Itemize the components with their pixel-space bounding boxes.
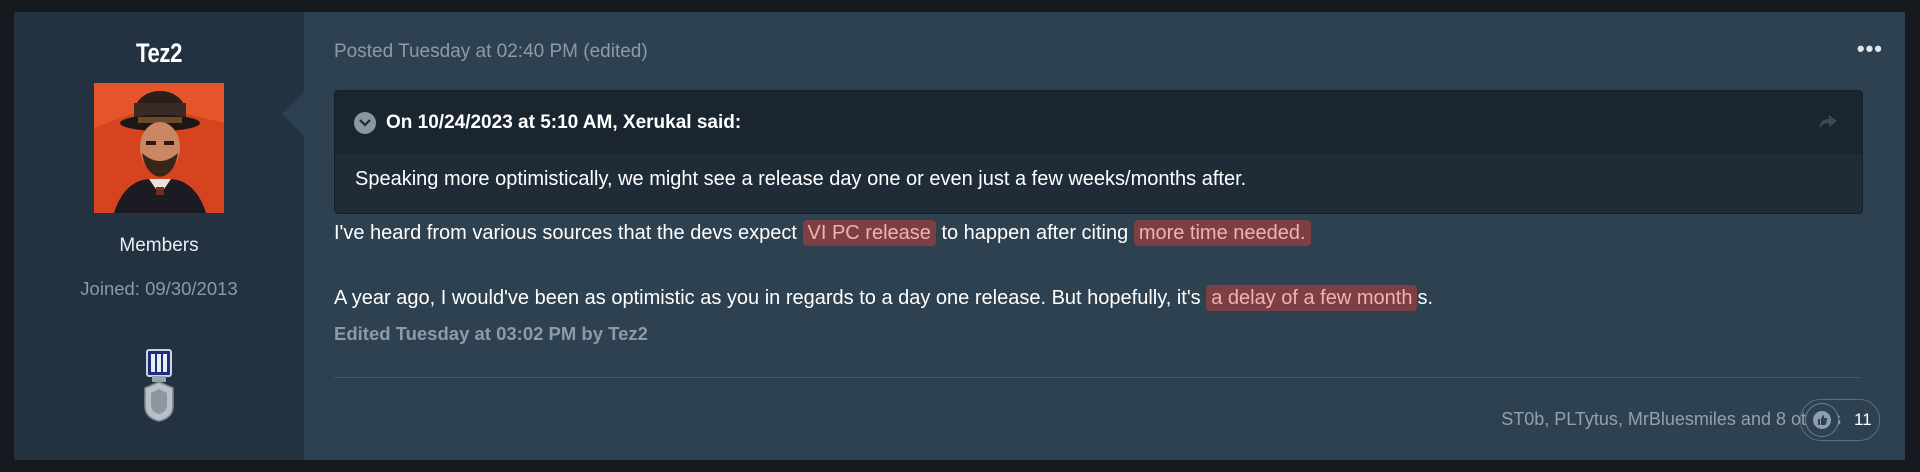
medal-icon — [142, 348, 176, 427]
paragraph-text: s. — [1417, 287, 1434, 309]
highlighted-text: VI PC release — [802, 220, 936, 246]
post-timestamp[interactable]: Posted Tuesday at 02:40 PM (edited) — [334, 41, 648, 63]
thumbs-up-icon — [1805, 403, 1839, 437]
post-content: Posted Tuesday at 02:40 PM (edited) ••• … — [304, 12, 1905, 460]
reaction-button[interactable]: 11 — [1800, 399, 1880, 441]
quote-citation: On 10/24/2023 at 5:10 AM, Xerukal said: — [386, 111, 742, 133]
post-paragraph-1: I've heard from various sources that the… — [334, 220, 1311, 246]
paragraph-text: I've heard from various sources that the… — [334, 222, 803, 244]
paragraph-text: A year ago, I would've been as optimisti… — [334, 287, 1207, 309]
post-pointer — [282, 92, 304, 136]
share-icon[interactable] — [1818, 114, 1838, 135]
highlighted-text: more time needed. — [1133, 220, 1311, 246]
forum-post: Tez2 Members Joined: 09/30/2013 Posted T… — [14, 12, 1905, 460]
quote-text: Speaking more optimistically, we might s… — [335, 154, 1862, 213]
divider — [334, 377, 1861, 378]
post-paragraph-2: A year ago, I would've been as optimisti… — [334, 285, 1434, 311]
quote-block: On 10/24/2023 at 5:10 AM, Xerukal said: … — [334, 90, 1863, 214]
edited-notice: Edited Tuesday at 03:02 PM by Tez2 — [334, 323, 648, 344]
quote-header[interactable]: On 10/24/2023 at 5:10 AM, Xerukal said: — [335, 91, 1862, 154]
chevron-down-icon[interactable] — [354, 111, 376, 134]
author-panel: Tez2 Members Joined: 09/30/2013 — [14, 12, 304, 460]
author-role: Members — [119, 235, 199, 256]
reactions-summary[interactable]: ST0b, PLTytus, MrBluesmiles and 8 others — [1501, 409, 1841, 430]
post-menu-button[interactable]: ••• — [1857, 36, 1883, 62]
highlighted-text: a delay of a few month — [1206, 285, 1418, 311]
avatar[interactable] — [94, 83, 224, 213]
reaction-count: 11 — [1854, 410, 1872, 429]
paragraph-text: to happen after citing — [935, 222, 1134, 244]
author-joined-date: Joined: 09/30/2013 — [80, 278, 238, 299]
author-name[interactable]: Tez2 — [136, 38, 182, 69]
